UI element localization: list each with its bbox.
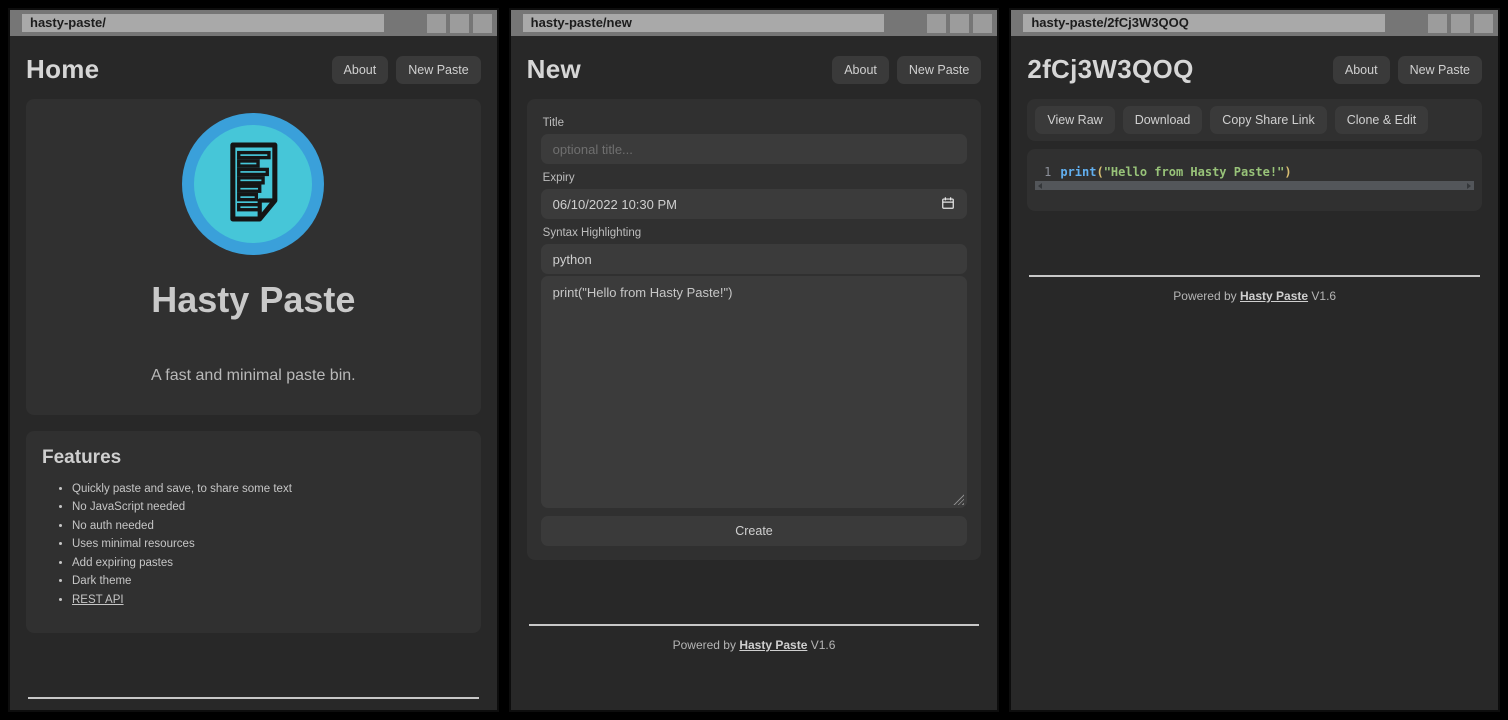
powered-by-prefix: Powered by	[1173, 289, 1236, 303]
syntax-value: python	[553, 252, 592, 267]
minimize-button[interactable]	[927, 14, 946, 33]
version-label: V1.6	[811, 638, 836, 652]
about-button[interactable]: About	[332, 56, 389, 84]
powered-by: Powered by Hasty Paste V1.6	[527, 638, 982, 652]
page-header: 2fCj3W3QOQ About New Paste	[1027, 54, 1482, 85]
new-paste-button[interactable]: New Paste	[1398, 56, 1482, 84]
list-item: Quickly paste and save, to share some te…	[72, 482, 465, 497]
hero-card: Hasty Paste A fast and minimal paste bin…	[26, 99, 481, 415]
document-icon	[211, 140, 295, 229]
list-item: Uses minimal resources	[72, 537, 465, 552]
rest-api-link[interactable]: REST API	[72, 594, 124, 606]
page-title: New	[527, 54, 581, 85]
maximize-button[interactable]	[950, 14, 969, 33]
window-title: hasty-paste/	[22, 14, 384, 32]
copy-share-link-button[interactable]: Copy Share Link	[1210, 106, 1326, 134]
title-label: Title	[543, 117, 966, 129]
brand-tagline: A fast and minimal paste bin.	[42, 367, 465, 385]
new-paste-form: Title Expiry 06/10/2022 10:30 PM Synt	[527, 99, 982, 560]
close-button[interactable]	[973, 14, 992, 33]
hasty-paste-link[interactable]: Hasty Paste	[1240, 289, 1308, 303]
list-item: No JavaScript needed	[72, 500, 465, 515]
nav-buttons: About New Paste	[332, 56, 481, 84]
line-number: 1	[1039, 164, 1051, 180]
paste-content-value: print("Hello from Hasty Paste!")	[553, 285, 733, 300]
page-title: 2fCj3W3QOQ	[1027, 54, 1193, 85]
create-button[interactable]: Create	[541, 516, 968, 546]
window-title: hasty-paste/2fCj3W3QOQ	[1023, 14, 1385, 32]
title-input[interactable]	[541, 134, 968, 164]
desktop: hasty-paste/ Home About New Paste	[0, 0, 1508, 720]
window-new: hasty-paste/new New About New Paste Titl…	[509, 8, 1000, 712]
footer-divider	[529, 624, 980, 626]
expiry-value: 06/10/2022 10:30 PM	[553, 197, 677, 212]
code-line: 1 print("Hello from Hasty Paste!")	[1035, 164, 1474, 180]
window-home: hasty-paste/ Home About New Paste	[8, 8, 499, 712]
code-card: 1 print("Hello from Hasty Paste!")	[1027, 149, 1482, 211]
download-button[interactable]: Download	[1123, 106, 1203, 134]
resize-handle[interactable]	[953, 494, 964, 505]
expiry-input[interactable]: 06/10/2022 10:30 PM	[541, 189, 968, 219]
list-item: REST API	[72, 593, 465, 608]
footer-divider	[28, 697, 479, 699]
close-button[interactable]	[1474, 14, 1493, 33]
logo-inner-circle	[194, 125, 312, 243]
titlebar-new[interactable]: hasty-paste/new	[511, 10, 998, 36]
syntax-label: Syntax Highlighting	[543, 227, 966, 239]
page-home: Home About New Paste	[10, 36, 497, 710]
minimize-button[interactable]	[427, 14, 446, 33]
hasty-paste-logo	[182, 113, 324, 255]
features-list: Quickly paste and save, to share some te…	[72, 482, 465, 608]
page-footer: Powered by Hasty Paste V1.6	[1027, 275, 1482, 303]
powered-by: Powered by Hasty Paste V1.6	[1027, 289, 1482, 303]
powered-by-prefix: Powered by	[673, 638, 736, 652]
about-button[interactable]: About	[832, 56, 889, 84]
scroll-right-arrow-icon[interactable]	[1467, 183, 1471, 189]
nav-buttons: About New Paste	[832, 56, 981, 84]
features-heading: Features	[42, 447, 465, 469]
expiry-label: Expiry	[543, 172, 966, 184]
scroll-left-arrow-icon[interactable]	[1038, 183, 1042, 189]
page-new: New About New Paste Title Expiry 06/10/2…	[511, 36, 998, 710]
calendar-icon[interactable]	[941, 196, 955, 213]
code-paren: )	[1284, 165, 1291, 179]
about-button[interactable]: About	[1333, 56, 1390, 84]
syntax-input[interactable]: python	[541, 244, 968, 274]
clone-edit-button[interactable]: Clone & Edit	[1335, 106, 1428, 134]
list-item: Dark theme	[72, 574, 465, 589]
list-item: Add expiring pastes	[72, 556, 465, 571]
version-label: V1.6	[1311, 289, 1336, 303]
brand-title: Hasty Paste	[42, 279, 465, 321]
paste-content-textarea[interactable]: print("Hello from Hasty Paste!")	[541, 276, 968, 508]
window-title: hasty-paste/new	[523, 14, 885, 32]
maximize-button[interactable]	[450, 14, 469, 33]
nav-buttons: About New Paste	[1333, 56, 1482, 84]
list-item: No auth needed	[72, 519, 465, 534]
code-keyword: print	[1060, 165, 1096, 179]
code-paren: (	[1096, 165, 1103, 179]
paste-actions-toolbar: View Raw Download Copy Share Link Clone …	[1027, 99, 1482, 141]
titlebar-home[interactable]: hasty-paste/	[10, 10, 497, 36]
page-paste: 2fCj3W3QOQ About New Paste View Raw Down…	[1011, 36, 1498, 710]
page-header: New About New Paste	[527, 54, 982, 85]
close-button[interactable]	[473, 14, 492, 33]
page-footer: Powered by Hasty Paste V1.6	[26, 697, 481, 710]
page-header: Home About New Paste	[26, 54, 481, 85]
titlebar-paste[interactable]: hasty-paste/2fCj3W3QOQ	[1011, 10, 1498, 36]
maximize-button[interactable]	[1451, 14, 1470, 33]
horizontal-scrollbar[interactable]	[1035, 181, 1474, 190]
page-title: Home	[26, 54, 99, 85]
page-footer: Powered by Hasty Paste V1.6	[527, 624, 982, 652]
new-paste-button[interactable]: New Paste	[897, 56, 981, 84]
new-paste-button[interactable]: New Paste	[396, 56, 480, 84]
features-card: Features Quickly paste and save, to shar…	[26, 431, 481, 633]
footer-divider	[1029, 275, 1480, 277]
window-paste: hasty-paste/2fCj3W3QOQ 2fCj3W3QOQ About …	[1009, 8, 1500, 712]
code-string: "Hello from Hasty Paste!"	[1104, 165, 1285, 179]
view-raw-button[interactable]: View Raw	[1035, 106, 1114, 134]
minimize-button[interactable]	[1428, 14, 1447, 33]
hasty-paste-link[interactable]: Hasty Paste	[739, 638, 807, 652]
